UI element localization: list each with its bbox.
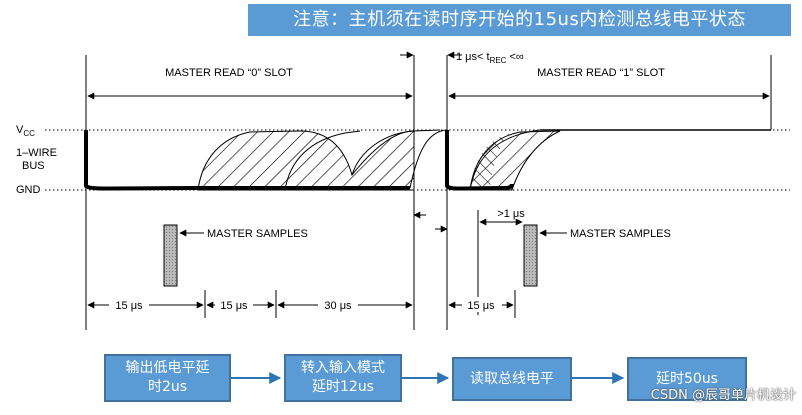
trec-label: 1 μs< tREC <∞ xyxy=(456,51,524,65)
master-sample-bar-1 xyxy=(523,224,538,287)
flow-step-read-bus: 读取总线电平 xyxy=(452,357,572,401)
slot0-rising-edge xyxy=(409,129,447,189)
dur-15us-a-label: 15 μs xyxy=(115,300,143,312)
dur-15us-c-label: 15 μs xyxy=(467,300,495,312)
bus-label-line1: 1–WIRE xyxy=(16,147,57,159)
slot1-title: MASTER READ “1” SLOT xyxy=(537,67,665,79)
gt1us-label: >1 μs xyxy=(497,208,525,220)
master-sample-bar-0 xyxy=(163,224,178,287)
watermark: CSDN @辰哥单片机设计 xyxy=(650,388,796,403)
slot0-title: MASTER READ “0” SLOT xyxy=(165,67,293,79)
flow-step-output-low: 输出低电平延 时2us xyxy=(104,354,231,402)
bus-label-line2: BUS xyxy=(22,160,45,172)
flow-step-input-mode: 转入输入模式 延时12us xyxy=(284,354,402,402)
master-samples-0-label: MASTER SAMPLES xyxy=(207,228,308,240)
dur-30us-label: 30 μs xyxy=(324,300,352,312)
vcc-label: VCC xyxy=(16,124,35,138)
gnd-label: GND xyxy=(16,184,41,196)
timing-diagram: MASTER READ “0” SLOT MASTER READ “1” SLO… xyxy=(16,51,790,384)
master-samples-1-label: MASTER SAMPLES xyxy=(570,228,671,240)
dur-15us-b-label: 15 μs xyxy=(220,300,248,312)
